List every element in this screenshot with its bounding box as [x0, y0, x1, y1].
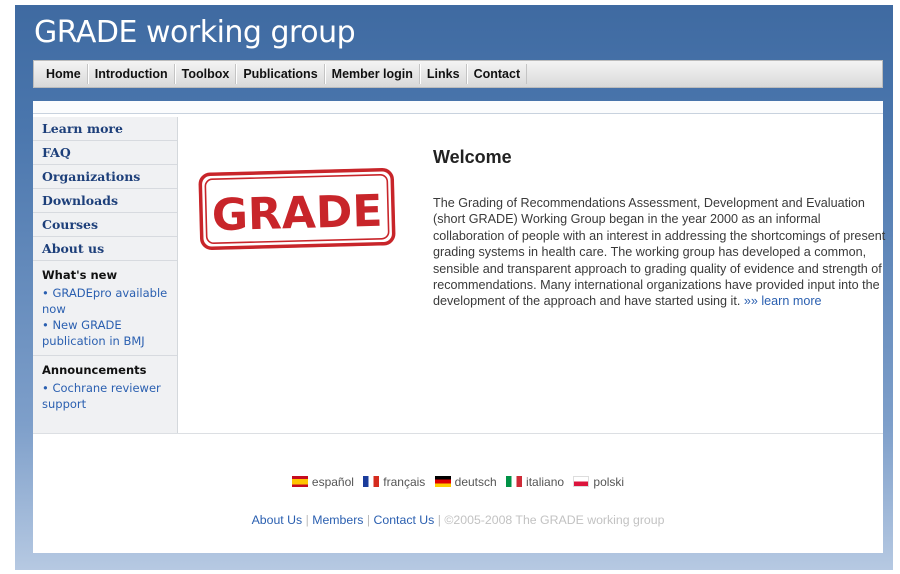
nav-publications[interactable]: Publications [236, 64, 325, 84]
footer-links: About Us | Members | Contact Us | ©2005-… [33, 513, 883, 527]
content-panel: Learn more FAQ Organizations Downloads C… [33, 101, 885, 553]
footer-separator: | [366, 513, 371, 527]
page-frame: GRADE working group Home Introduction To… [15, 5, 893, 570]
welcome-heading: Welcome [433, 147, 512, 167]
nav-home[interactable]: Home [40, 64, 88, 84]
flag-spain-icon [291, 476, 308, 487]
whats-new-box: What's new • GRADEpro available now • Ne… [33, 261, 177, 356]
intro-text: The Grading of Recommendations Assessmen… [433, 196, 886, 309]
grade-logo: GRADE [198, 168, 396, 250]
sidebar-item-about-us[interactable]: About us [33, 237, 177, 261]
lang-italiano[interactable]: italiano [506, 475, 564, 489]
site-title: GRADE working group [34, 15, 356, 50]
copyright-text: ©2005-2008 The GRADE working group [444, 513, 665, 527]
footer-divider [33, 433, 883, 434]
content-top-strip [33, 101, 883, 114]
flag-italy-icon [506, 476, 523, 487]
flag-germany-icon [434, 476, 451, 487]
announcements-title: Announcements [42, 363, 147, 377]
flag-poland-icon [573, 476, 590, 487]
footer-separator: | [305, 513, 309, 527]
nav-member-login[interactable]: Member login [324, 64, 420, 84]
sidebar-item-organizations[interactable]: Organizations [33, 165, 177, 189]
lang-espanol[interactable]: español [291, 475, 354, 489]
lang-polski[interactable]: polski [573, 475, 624, 489]
footer-separator: | [437, 513, 441, 527]
lang-deutsch[interactable]: deutsch [434, 475, 497, 489]
nav-contact[interactable]: Contact [466, 64, 528, 84]
sidebar-item-learn-more[interactable]: Learn more [33, 117, 177, 141]
language-selector: español français deutsch italiano polski [33, 475, 883, 489]
lang-label: polski [593, 475, 625, 489]
lang-label: italiano [526, 475, 565, 489]
nav-introduction[interactable]: Introduction [87, 64, 175, 84]
sidebar-item-downloads[interactable]: Downloads [33, 189, 177, 213]
footer-members-link[interactable]: Members [312, 513, 363, 527]
whats-new-title: What's new [42, 268, 118, 282]
flag-france-icon [363, 476, 380, 487]
top-navigation: Home Introduction Toolbox Publications M… [33, 60, 883, 88]
announcement-link-cochrane[interactable]: • Cochrane reviewer support [42, 380, 169, 412]
sidebar-item-courses[interactable]: Courses [33, 213, 177, 237]
nav-links[interactable]: Links [419, 64, 467, 84]
announcements-box: Announcements • Cochrane reviewer suppor… [33, 356, 177, 418]
grade-logo-text: GRADE [211, 186, 383, 241]
footer-about-us-link[interactable]: About Us [252, 513, 303, 527]
lang-label: español [311, 475, 354, 489]
learn-more-link[interactable]: »» learn more [744, 294, 822, 308]
lang-label: deutsch [454, 475, 497, 489]
main-content: GRADE Welcome The Grading of Recommendat… [178, 117, 885, 433]
lang-label: français [383, 475, 426, 489]
intro-paragraph: The Grading of Recommendations Assessmen… [433, 195, 888, 310]
lang-francais[interactable]: français [363, 475, 425, 489]
footer-contact-us-link[interactable]: Contact Us [374, 513, 435, 527]
sidebar: Learn more FAQ Organizations Downloads C… [33, 117, 178, 433]
whats-new-link-bmj[interactable]: • New GRADE publication in BMJ [42, 317, 169, 349]
sidebar-item-faq[interactable]: FAQ [33, 141, 177, 165]
nav-toolbox[interactable]: Toolbox [174, 64, 237, 84]
whats-new-link-gradepro[interactable]: • GRADEpro available now [42, 285, 169, 317]
